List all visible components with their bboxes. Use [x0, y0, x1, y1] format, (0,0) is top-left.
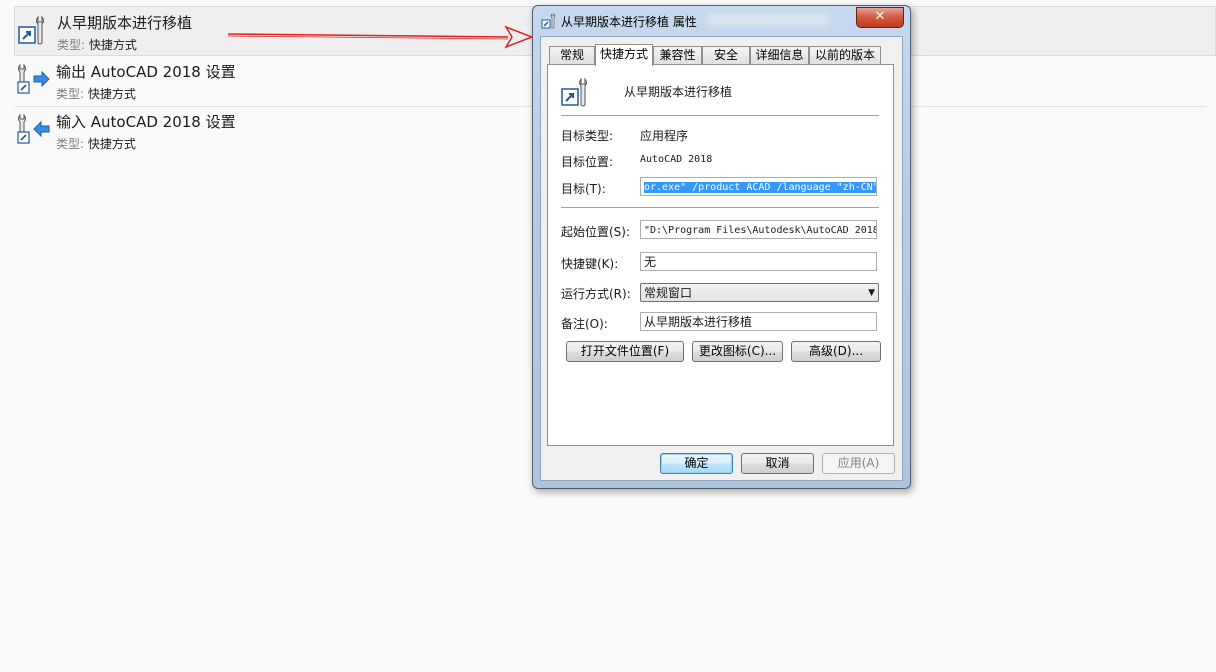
run-label: 运行方式(R): — [561, 287, 631, 301]
run-select-value: 常规窗口 — [644, 286, 693, 300]
comment-input[interactable]: 从早期版本进行移植 — [640, 312, 877, 331]
tab-details[interactable]: 详细信息 — [750, 46, 809, 64]
target-label: 目标(T): — [561, 182, 606, 196]
dialog-title: 从早期版本进行移植 属性 — [561, 15, 697, 29]
tab-shortcut[interactable]: 快捷方式 — [595, 44, 653, 66]
shortcut-panel: 从早期版本进行移植 目标类型: 应用程序 目标位置: AutoCAD 2018 … — [547, 64, 894, 446]
hotkey-label: 快捷键(K): — [561, 257, 619, 271]
dialog-client: 常规 快捷方式 兼容性 安全 详细信息 以前的版本 从早期版本进行移植 目标类型… — [540, 36, 903, 481]
tool-shortcut-icon — [18, 15, 44, 45]
tool-shortcut-icon — [541, 13, 556, 29]
blurred-region — [708, 14, 828, 26]
advanced-button[interactable]: 高级(D)... — [791, 341, 881, 362]
item-type: 类型: 快捷方式 — [57, 38, 137, 52]
chevron-down-icon: ▼ — [868, 288, 875, 298]
item-name: 输出 AutoCAD 2018 设置 — [56, 63, 236, 81]
change-icon-button[interactable]: 更改图标(C)... — [692, 341, 783, 362]
run-select[interactable]: 常规窗口 ▼ — [640, 283, 879, 302]
comment-label: 备注(O): — [561, 317, 608, 331]
target-location-label: 目标位置: — [561, 155, 614, 169]
close-button[interactable]: ✕ — [856, 7, 904, 28]
tab-general[interactable]: 常规 — [549, 46, 595, 64]
tab-previous-versions[interactable]: 以前的版本 — [809, 46, 881, 64]
item-type: 类型: 快捷方式 — [56, 137, 136, 151]
divider — [561, 115, 879, 116]
start-in-input[interactable]: "D:\Program Files\Autodesk\AutoCAD 2018 — [640, 220, 877, 239]
target-input[interactable]: or.exe" /product ACAD /language "zh-CN" — [640, 177, 877, 196]
tab-security[interactable]: 安全 — [702, 46, 750, 64]
ok-button[interactable]: 确定 — [660, 453, 733, 474]
annotation-arrow — [228, 25, 534, 49]
open-file-location-button[interactable]: 打开文件位置(F) — [566, 341, 684, 362]
hotkey-input[interactable]: 无 — [640, 252, 877, 271]
target-location-value: AutoCAD 2018 — [640, 154, 713, 165]
properties-dialog: 从早期版本进行移植 属性 ✕ 常规 快捷方式 兼容性 安全 详细信息 以前的版本… — [532, 5, 911, 489]
cancel-button[interactable]: 取消 — [741, 453, 814, 474]
item-name: 输入 AutoCAD 2018 设置 — [56, 113, 236, 131]
import-settings-icon — [17, 113, 50, 144]
divider — [561, 207, 879, 208]
target-type-value: 应用程序 — [640, 129, 689, 143]
shortcut-name: 从早期版本进行移植 — [624, 85, 733, 99]
tool-shortcut-icon — [561, 77, 587, 107]
dialog-titlebar[interactable]: 从早期版本进行移植 属性 ✕ — [533, 6, 910, 34]
item-type: 类型: 快捷方式 — [56, 87, 136, 101]
export-settings-icon — [17, 63, 50, 94]
target-type-label: 目标类型: — [561, 129, 614, 143]
tab-compatibility[interactable]: 兼容性 — [653, 46, 702, 64]
start-in-label: 起始位置(S): — [561, 225, 631, 239]
item-name: 从早期版本进行移植 — [57, 14, 193, 32]
apply-button[interactable]: 应用(A) — [822, 453, 895, 474]
